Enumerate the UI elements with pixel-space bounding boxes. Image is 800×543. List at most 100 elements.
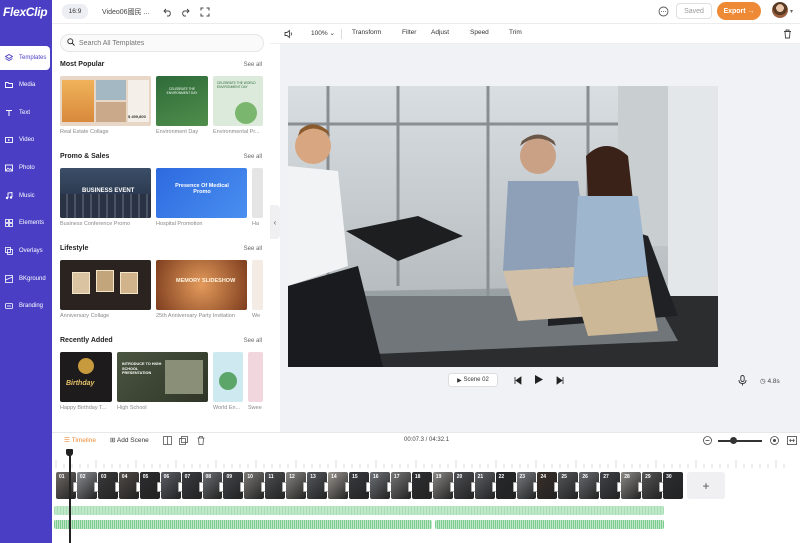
- text-icon: [5, 109, 13, 117]
- aspect-ratio-button[interactable]: 16:9: [62, 4, 88, 19]
- clip-number: 24: [540, 474, 547, 480]
- chevron-down-icon[interactable]: ▾: [790, 8, 793, 15]
- sidebar-item-branding[interactable]: Branding: [0, 294, 52, 318]
- template-thumb-environment-day[interactable]: CELEBRATE THE ENVIRONMENT DAY: [156, 76, 208, 126]
- template-caption: Happy Birthday T...: [60, 405, 107, 411]
- duplicate-icon[interactable]: [178, 435, 189, 446]
- audio-track-3[interactable]: [435, 520, 664, 529]
- scene-label: Scene 02: [463, 377, 489, 383]
- sidebar-item-text[interactable]: Text: [0, 101, 52, 125]
- clip-number: 29: [645, 474, 651, 480]
- template-thumb-real-estate[interactable]: $ 499,800: [60, 76, 151, 126]
- clip-number: 13: [310, 474, 316, 480]
- adjust-button[interactable]: Adjust: [431, 29, 449, 36]
- clip-number: 26: [582, 474, 588, 480]
- project-name[interactable]: Video06國民 ...: [102, 7, 149, 17]
- clip-number: 21: [477, 474, 484, 480]
- zoom-dropdown[interactable]: 100% ⌄: [311, 29, 335, 37]
- timeline-toggle[interactable]: ☰ Timeline: [64, 436, 96, 445]
- template-caption: Environmental Pr...: [213, 129, 260, 135]
- clip-number: 14: [331, 474, 337, 480]
- volume-icon[interactable]: [283, 28, 294, 39]
- template-thumb-anniversary-party[interactable]: MEMORY SLIDESHOW: [156, 260, 247, 310]
- timeline-clip[interactable]: 30: [663, 472, 683, 499]
- collapse-panel-button[interactable]: ‹: [270, 205, 280, 239]
- add-scene-button[interactable]: ⊞ Add Scene: [110, 436, 149, 444]
- sidebar-item-music[interactable]: Music: [0, 184, 52, 208]
- sidebar-item-photo[interactable]: Photo: [0, 156, 52, 180]
- section-title-lifestyle: Lifestyle: [60, 245, 89, 252]
- saved-button[interactable]: Saved: [676, 3, 712, 19]
- flexclip-logo[interactable]: FlexClip: [3, 5, 48, 19]
- template-thumb-happy-birthday[interactable]: Birthday: [60, 352, 112, 402]
- see-all-link[interactable]: See all: [244, 338, 262, 344]
- play-icon[interactable]: [533, 374, 544, 385]
- skip-back-icon[interactable]: [512, 375, 523, 386]
- expand-timeline-icon[interactable]: [786, 435, 797, 446]
- template-thumb-high-school[interactable]: INTRODUCE TO HIGH SCHOOL PRESENTATION: [117, 352, 208, 402]
- fit-timeline-icon[interactable]: [769, 435, 780, 446]
- chat-icon[interactable]: [658, 6, 669, 17]
- template-thumb-hospital-promotion[interactable]: Presence Of Medical Promo: [156, 168, 247, 218]
- music-icon: [5, 192, 13, 200]
- sidebar-item-label: Elements: [19, 220, 45, 226]
- template-thumb-world-environment[interactable]: [213, 352, 243, 402]
- see-all-link[interactable]: See all: [244, 154, 262, 160]
- zoom-slider-handle[interactable]: [730, 437, 737, 444]
- top-bar: 16:9 Video06國民 ... Saved Export → ▾: [52, 0, 800, 24]
- speed-button[interactable]: Speed: [470, 29, 489, 36]
- trim-button[interactable]: Trim: [509, 29, 522, 36]
- sidebar-item-overlays[interactable]: Overlays: [0, 239, 52, 263]
- template-caption: Environment Day: [156, 129, 199, 135]
- sidebar: FlexClip Templates Media Text Video Phot…: [0, 0, 52, 543]
- transform-button[interactable]: Transform: [352, 29, 381, 36]
- template-thumb-text: CELEBRATE THE WORLD ENVIRONMENT DAY: [217, 81, 256, 89]
- template-thumb-business-conference[interactable]: BUSINESS EVENT: [60, 168, 151, 218]
- add-scene-label: Add Scene: [116, 437, 149, 444]
- see-all-link[interactable]: See all: [244, 246, 262, 252]
- see-all-link[interactable]: See all: [244, 62, 262, 68]
- add-clip-button[interactable]: +: [687, 472, 725, 499]
- sidebar-item-elements[interactable]: Elements: [0, 211, 52, 235]
- clip-number: 02: [79, 474, 86, 480]
- undo-icon[interactable]: [162, 6, 173, 17]
- redo-icon[interactable]: [179, 6, 190, 17]
- divider: [341, 29, 342, 39]
- sidebar-item-templates[interactable]: Templates: [0, 46, 50, 70]
- search-box[interactable]: [60, 34, 264, 52]
- sidebar-item-bkground[interactable]: BKground: [0, 267, 52, 291]
- split-icon[interactable]: [162, 435, 173, 446]
- filter-button[interactable]: Filter: [402, 29, 416, 36]
- template-caption: Swee: [248, 405, 262, 411]
- scene-duration[interactable]: ◷ 4.8s: [760, 377, 780, 385]
- template-caption: High School: [117, 405, 147, 411]
- audio-track-2[interactable]: [54, 520, 432, 529]
- playhead[interactable]: [69, 451, 71, 543]
- template-thumb-environmental-pr[interactable]: CELEBRATE THE WORLD ENVIRONMENT DAY: [213, 76, 263, 126]
- template-thumb-anniversary-collage[interactable]: [60, 260, 151, 310]
- sidebar-item-label: Branding: [19, 303, 44, 309]
- sidebar-item-media[interactable]: Media: [0, 73, 52, 97]
- timeline-ruler[interactable]: [52, 448, 800, 470]
- fullscreen-icon[interactable]: [199, 6, 210, 17]
- microphone-icon[interactable]: [738, 375, 747, 388]
- zoom-out-icon[interactable]: [702, 435, 713, 446]
- avatar[interactable]: [772, 2, 788, 18]
- scene-selector[interactable]: ▶ Scene 02: [448, 373, 498, 387]
- template-thumb-partial[interactable]: [252, 260, 263, 310]
- skip-forward-icon[interactable]: [555, 375, 566, 386]
- timeline-time: 00:07.3 / 04:32.1: [404, 437, 450, 443]
- delete-scene-icon[interactable]: [195, 435, 206, 446]
- template-thumb-partial[interactable]: [248, 352, 263, 402]
- sidebar-item-video[interactable]: Video: [0, 128, 52, 152]
- zoom-slider-track[interactable]: [718, 440, 762, 442]
- export-button[interactable]: Export →: [717, 2, 761, 20]
- audio-track-1[interactable]: [54, 506, 664, 515]
- clip-number: 22: [498, 474, 505, 480]
- trash-icon[interactable]: [782, 28, 793, 39]
- template-caption: Ha: [252, 221, 260, 227]
- video-preview[interactable]: [288, 86, 718, 367]
- template-thumb-partial[interactable]: [252, 168, 263, 218]
- sidebar-item-label: Video: [19, 137, 35, 143]
- search-input[interactable]: [79, 39, 254, 47]
